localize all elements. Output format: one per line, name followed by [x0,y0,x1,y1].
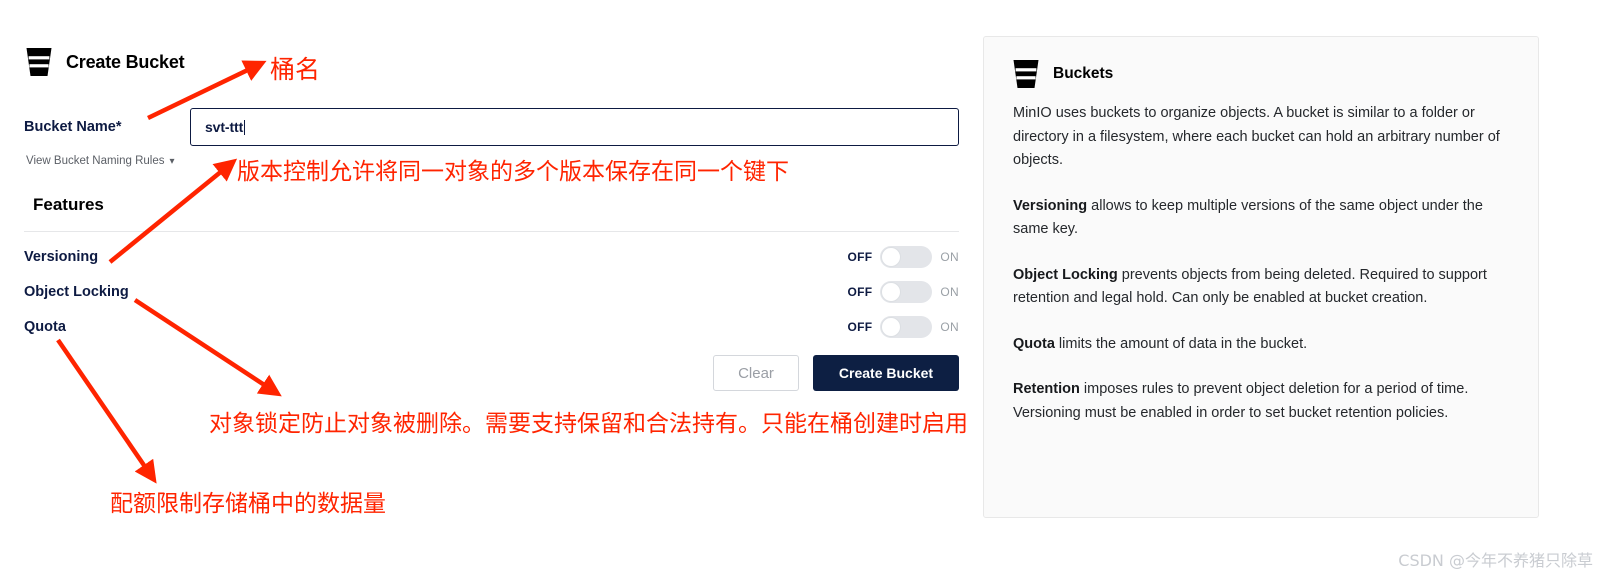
info-paragraph-term: Object Locking [1013,266,1118,283]
info-panel-header: Buckets [1013,59,1113,89]
text-caret [244,119,246,135]
create-bucket-button[interactable]: Create Bucket [813,355,959,391]
view-bucket-naming-rules-link[interactable]: View Bucket Naming Rules ▾ [26,155,175,167]
object-locking-on-label: ON [940,285,959,299]
toggle-knob [881,317,902,337]
info-paragraph: Quota limits the amount of data in the b… [1013,333,1511,357]
versioning-label: Versioning [24,249,99,265]
form-actions: Clear Create Bucket [713,355,959,391]
features-divider [24,231,959,232]
quota-toggle-group: OFF ON [847,316,959,338]
bucket-name-value: svt-ttt [205,119,244,135]
info-paragraph: Versioning allows to keep multiple versi… [1013,195,1511,242]
form-header: Create Bucket [26,47,185,77]
info-paragraph-text: imposes rules to prevent object deletion… [1013,381,1469,421]
feature-row-versioning: Versioning OFF ON [24,246,959,268]
object-locking-label: Object Locking [24,284,129,300]
clear-button[interactable]: Clear [713,355,799,391]
quota-label: Quota [24,319,66,335]
versioning-toggle[interactable] [880,246,933,268]
chevron-down-icon: ▾ [169,155,175,167]
info-paragraph-term: Retention [1013,381,1080,397]
create-bucket-screen: Create Bucket Bucket Name* svt-ttt View … [0,0,1607,581]
info-paragraph-term: Quota [1013,335,1055,352]
feature-row-quota: Quota OFF ON [24,316,959,338]
quota-off-label: OFF [847,320,873,334]
annotation-bucket-name: 桶名 [270,55,321,84]
page-title: Create Bucket [66,51,185,72]
toggle-knob [881,282,902,302]
annotation-object-locking: 对象锁定防止对象被删除。需要支持保留和合法持有。只能在桶创建时启用 [209,411,968,437]
info-paragraph-term: Versioning [1013,197,1088,214]
naming-rules-label: View Bucket Naming Rules [26,155,165,167]
bucket-name-label: Bucket Name* [24,119,122,135]
info-paragraph: MinIO uses buckets to organize objects. … [1013,102,1511,173]
create-bucket-form-panel: Create Bucket Bucket Name* svt-ttt View … [0,0,983,581]
features-heading: Features [33,195,104,214]
csdn-watermark: CSDN @今年不养猪只除草 [1398,551,1593,570]
annotation-versioning: 版本控制允许将同一对象的多个版本保存在同一个键下 [237,159,789,185]
feature-row-object-locking: Object Locking OFF ON [24,281,959,303]
versioning-toggle-group: OFF ON [847,246,959,268]
info-paragraph-text: MinIO uses buckets to organize objects. … [1013,105,1500,168]
buckets-info-panel: Buckets MinIO uses buckets to organize o… [983,36,1539,518]
object-locking-off-label: OFF [847,285,873,299]
versioning-off-label: OFF [847,250,873,264]
object-locking-toggle-group: OFF ON [847,281,959,303]
bucket-name-field-row: Bucket Name* svt-ttt [24,108,959,146]
info-panel-body: MinIO uses buckets to organize objects. … [1013,102,1511,425]
quota-toggle[interactable] [880,316,933,338]
bucket-icon [1013,59,1039,89]
info-paragraph: Object Locking prevents objects from bei… [1013,264,1511,311]
info-paragraph-text: limits the amount of data in the bucket. [1054,335,1308,352]
toggle-knob [881,247,902,267]
annotation-quota: 配额限制存储桶中的数据量 [110,491,386,517]
bucket-name-input[interactable]: svt-ttt [190,108,959,146]
object-locking-toggle[interactable] [880,281,933,303]
info-panel-title: Buckets [1053,65,1114,82]
bucket-icon [26,47,52,77]
info-paragraph: Retention imposes rules to prevent objec… [1013,378,1511,425]
versioning-on-label: ON [940,250,959,264]
quota-on-label: ON [940,320,959,334]
